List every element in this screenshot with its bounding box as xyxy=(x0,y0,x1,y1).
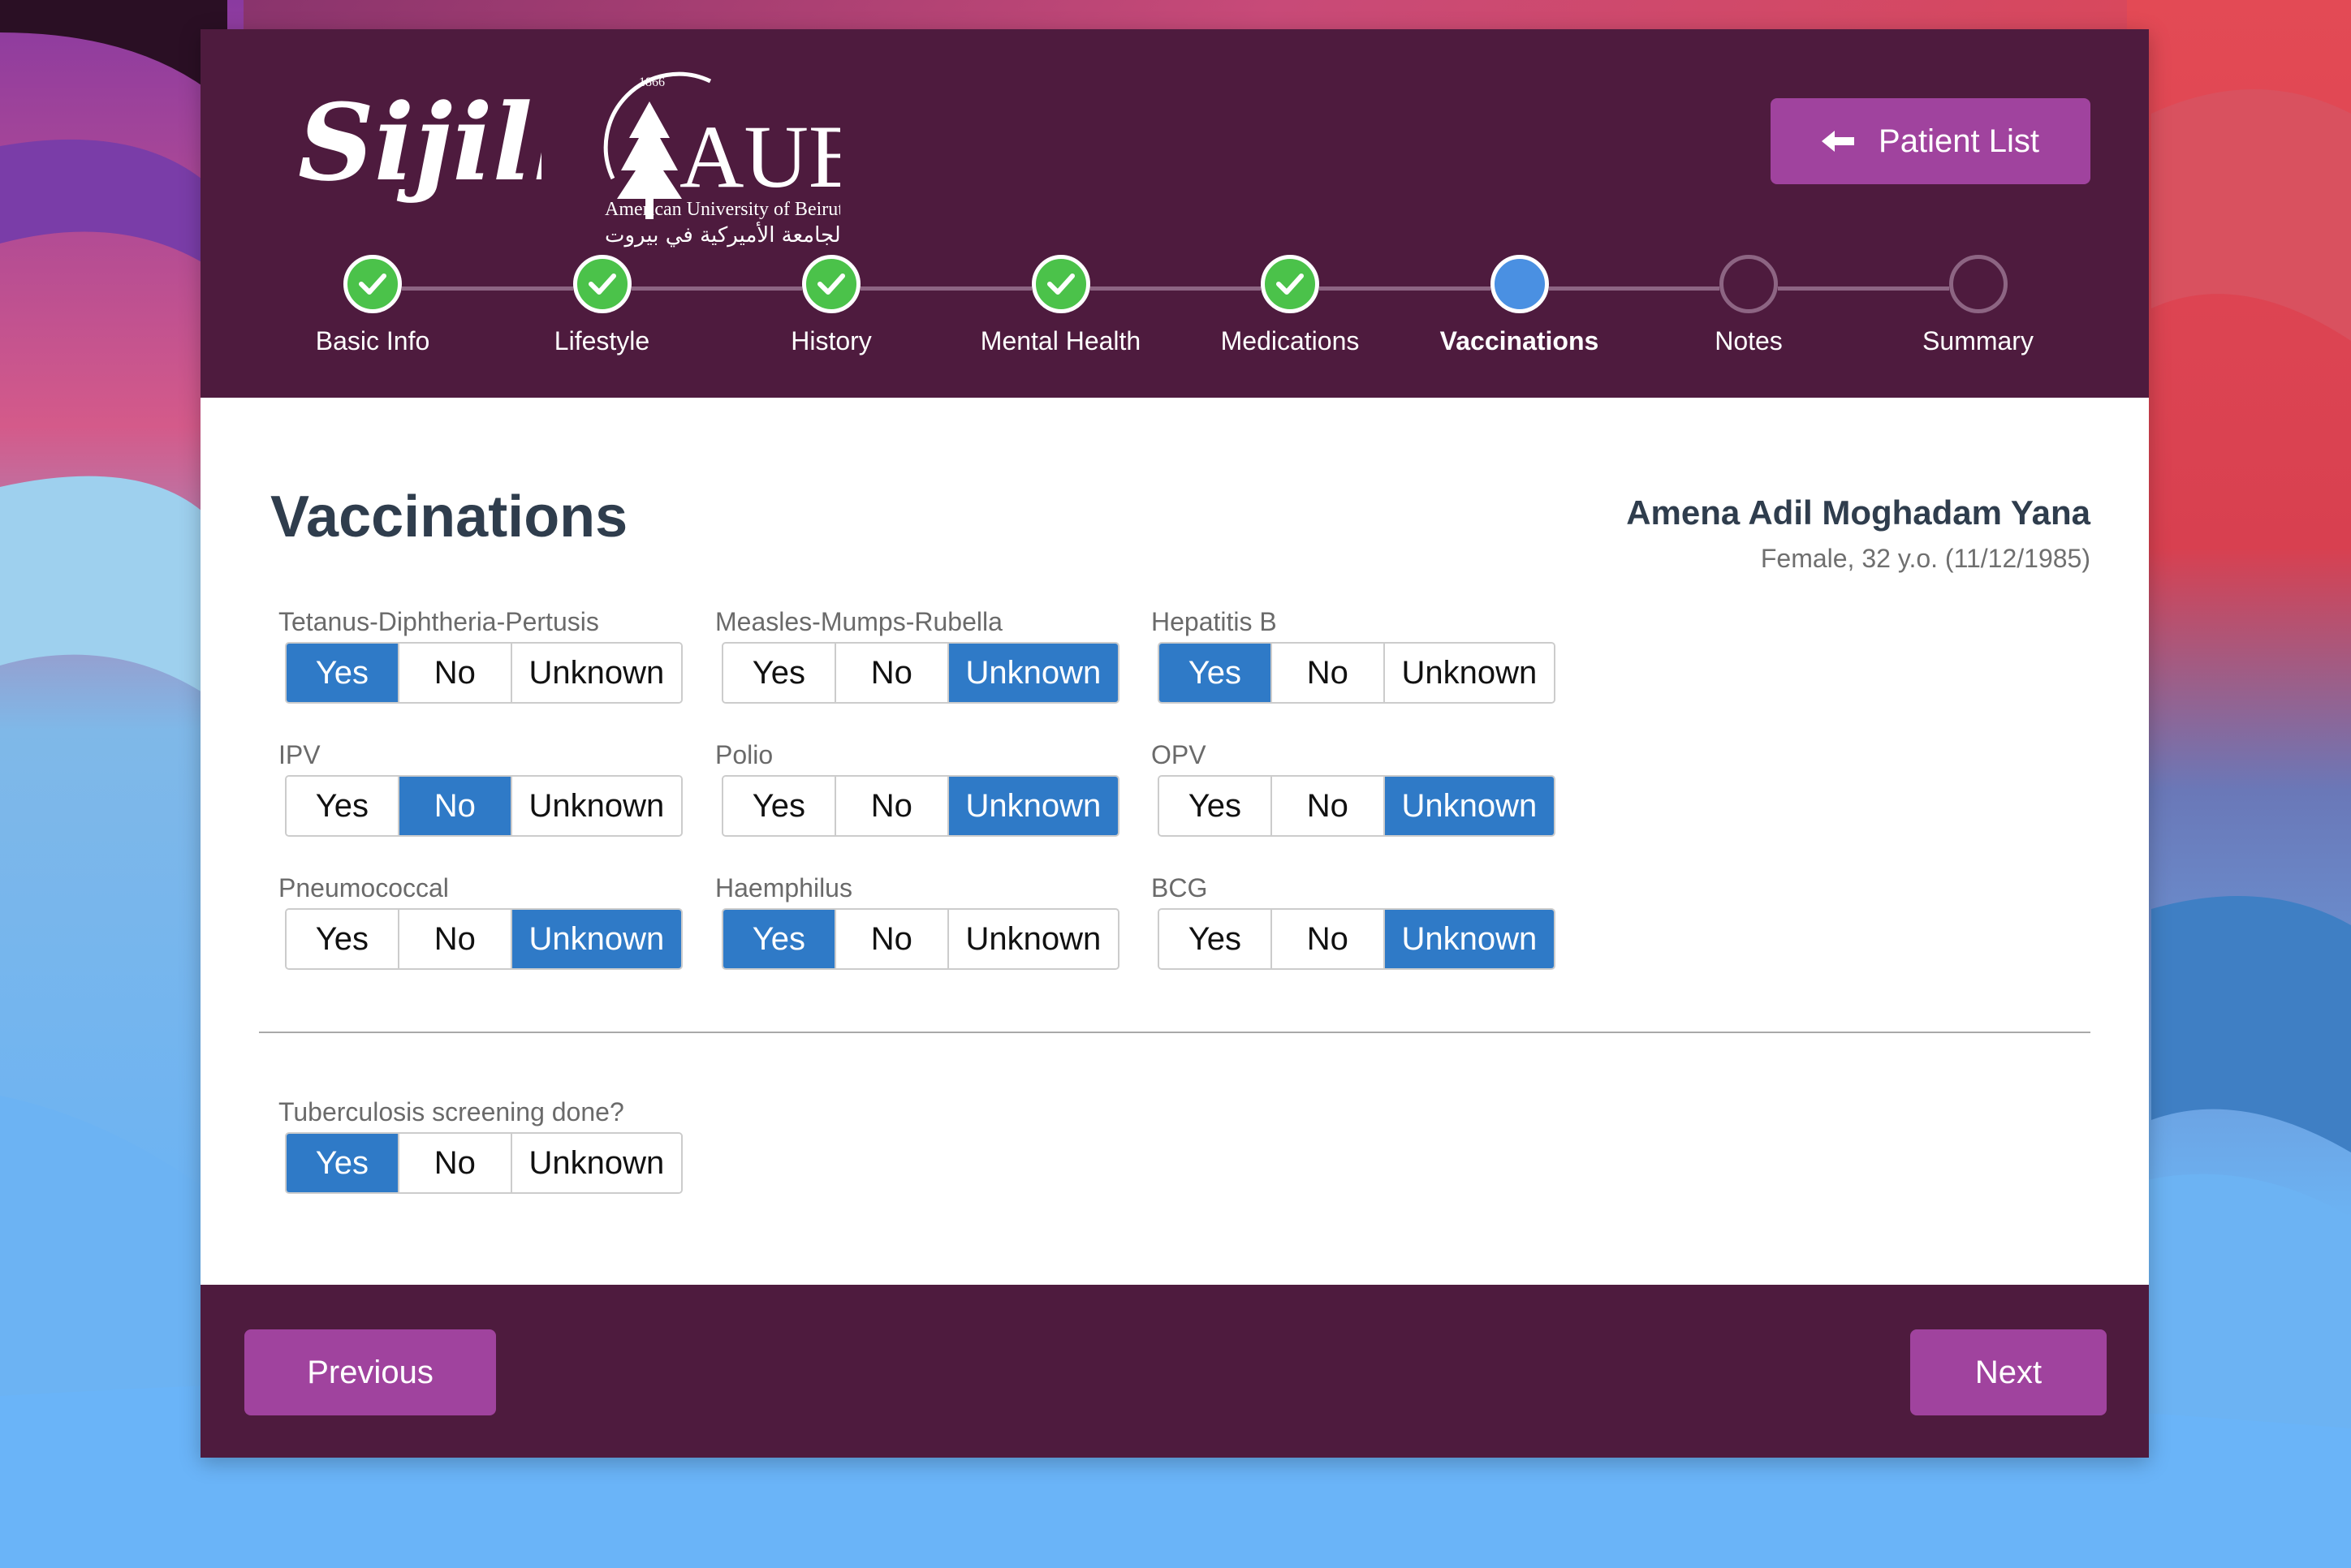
option-no-button[interactable]: No xyxy=(399,644,512,702)
header-bar: Sijilli 1866 AUB American University of … xyxy=(201,29,2149,398)
step-medications[interactable]: Medications xyxy=(1176,255,1404,356)
form-card: Sijilli 1866 AUB American University of … xyxy=(201,29,2149,1458)
option-no-button[interactable]: No xyxy=(399,777,512,835)
option-yes-button[interactable]: Yes xyxy=(287,1134,399,1192)
option-no-button[interactable]: No xyxy=(835,910,949,968)
option-yes-button[interactable]: Yes xyxy=(287,777,399,835)
patient-name: Amena Adil Moghadam Yana xyxy=(1626,493,2090,532)
yes-no-unknown-toggle: Yes No Unknown xyxy=(285,1132,683,1194)
check-icon xyxy=(1261,255,1319,313)
active-step-icon xyxy=(1490,255,1549,313)
yes-no-unknown-toggle: Yes No Unknown xyxy=(285,908,683,970)
check-icon xyxy=(1031,255,1090,313)
pending-step-icon xyxy=(1719,255,1778,313)
vaccine-pneumococcal: Pneumococcal Yes No Unknown xyxy=(278,873,683,970)
option-yes-button[interactable]: Yes xyxy=(287,910,399,968)
option-unknown-button[interactable]: Unknown xyxy=(511,1134,681,1192)
step-label: Medications xyxy=(1220,326,1360,355)
option-unknown-button[interactable]: Unknown xyxy=(511,644,681,702)
step-mental-health[interactable]: Mental Health xyxy=(947,255,1175,356)
option-yes-button[interactable]: Yes xyxy=(1159,910,1272,968)
step-label: Vaccinations xyxy=(1439,326,1599,355)
page-title: Vaccinations xyxy=(270,485,628,549)
pending-step-icon xyxy=(1948,255,2008,313)
step-label: Notes xyxy=(1715,326,1783,355)
step-label: Basic Info xyxy=(315,326,430,355)
check-icon xyxy=(802,255,861,313)
field-label: IPV xyxy=(278,740,321,769)
field-label: Tetanus-Diphtheria-Pertusis xyxy=(278,607,599,636)
option-unknown-button[interactable]: Unknown xyxy=(1384,777,1554,835)
footer-bar: Previous Next xyxy=(201,1285,2149,1458)
check-icon xyxy=(343,255,402,313)
field-label: Haemphilus xyxy=(715,873,852,902)
check-icon xyxy=(572,255,632,313)
yes-no-unknown-toggle: Yes No Unknown xyxy=(722,775,1119,837)
field-label: BCG xyxy=(1151,873,1208,902)
tb-screening-field: Tuberculosis screening done? Yes No Unknown xyxy=(278,1097,683,1194)
option-no-button[interactable]: No xyxy=(1271,644,1385,702)
step-label: Lifestyle xyxy=(554,326,650,355)
patient-demographics: Female, 32 y.o. (11/12/1985) xyxy=(1760,544,2090,573)
option-no-button[interactable]: No xyxy=(399,1134,512,1192)
option-yes-button[interactable]: Yes xyxy=(1159,644,1272,702)
option-unknown-button[interactable]: Unknown xyxy=(948,777,1118,835)
step-vaccinations[interactable]: Vaccinations xyxy=(1406,255,1633,356)
yes-no-unknown-toggle: Yes No Unknown xyxy=(1158,642,1555,704)
option-no-button[interactable]: No xyxy=(1271,777,1385,835)
field-label: Polio xyxy=(715,740,774,769)
next-button[interactable]: Next xyxy=(1910,1329,2107,1415)
yes-no-unknown-toggle: Yes No Unknown xyxy=(285,642,683,704)
yes-no-unknown-toggle: Yes No Unknown xyxy=(1158,908,1555,970)
field-label: Hepatitis B xyxy=(1151,607,1277,636)
vaccine-measles-mumps-rubella: Measles-Mumps-Rubella Yes No Unknown xyxy=(715,607,1119,704)
vaccine-ipv: IPV Yes No Unknown xyxy=(278,740,683,837)
option-yes-button[interactable]: Yes xyxy=(723,644,836,702)
step-summary[interactable]: Summary xyxy=(1865,255,2092,356)
vaccine-hepatitis-b: Hepatitis B Yes No Unknown xyxy=(1151,607,1555,704)
step-lifestyle[interactable]: Lifestyle xyxy=(489,255,716,356)
option-no-button[interactable]: No xyxy=(835,644,949,702)
step-basic-info[interactable]: Basic Info xyxy=(259,255,486,356)
field-label: Measles-Mumps-Rubella xyxy=(715,607,1003,636)
option-yes-button[interactable]: Yes xyxy=(287,644,399,702)
option-unknown-button[interactable]: Unknown xyxy=(511,777,681,835)
yes-no-unknown-toggle: Yes No Unknown xyxy=(722,642,1119,704)
yes-no-unknown-toggle: Yes No Unknown xyxy=(285,775,683,837)
vaccine-tetanus-diphtheria-pertusis: Tetanus-Diphtheria-Pertusis Yes No Unknown xyxy=(278,607,683,704)
option-unknown-button[interactable]: Unknown xyxy=(1384,644,1554,702)
option-unknown-button[interactable]: Unknown xyxy=(1384,910,1554,968)
section-divider xyxy=(259,1032,2090,1033)
option-no-button[interactable]: No xyxy=(399,910,512,968)
previous-button[interactable]: Previous xyxy=(244,1329,496,1415)
step-history[interactable]: History xyxy=(718,255,945,356)
field-label: Tuberculosis screening done? xyxy=(278,1097,624,1126)
vaccine-bcg: BCG Yes No Unknown xyxy=(1151,873,1555,970)
field-label: Pneumococcal xyxy=(278,873,449,902)
option-unknown-button[interactable]: Unknown xyxy=(948,644,1118,702)
step-notes[interactable]: Notes xyxy=(1635,255,1862,356)
field-label: OPV xyxy=(1151,740,1206,769)
step-label: Summary xyxy=(1922,326,2034,355)
option-unknown-button[interactable]: Unknown xyxy=(948,910,1118,968)
vaccine-polio: Polio Yes No Unknown xyxy=(715,740,1119,837)
yes-no-unknown-toggle: Yes No Unknown xyxy=(1158,775,1555,837)
yes-no-unknown-toggle: Yes No Unknown xyxy=(722,908,1119,970)
option-no-button[interactable]: No xyxy=(1271,910,1385,968)
option-unknown-button[interactable]: Unknown xyxy=(511,910,681,968)
step-label: History xyxy=(791,326,872,355)
option-no-button[interactable]: No xyxy=(835,777,949,835)
option-yes-button[interactable]: Yes xyxy=(1159,777,1272,835)
option-yes-button[interactable]: Yes xyxy=(723,777,836,835)
step-label: Mental Health xyxy=(980,326,1141,355)
option-yes-button[interactable]: Yes xyxy=(723,910,836,968)
vaccine-haemphilus: Haemphilus Yes No Unknown xyxy=(715,873,1119,970)
progress-stepper: Basic Info Lifestyle History Mental Health M… xyxy=(201,29,2149,398)
vaccine-opv: OPV Yes No Unknown xyxy=(1151,740,1555,837)
